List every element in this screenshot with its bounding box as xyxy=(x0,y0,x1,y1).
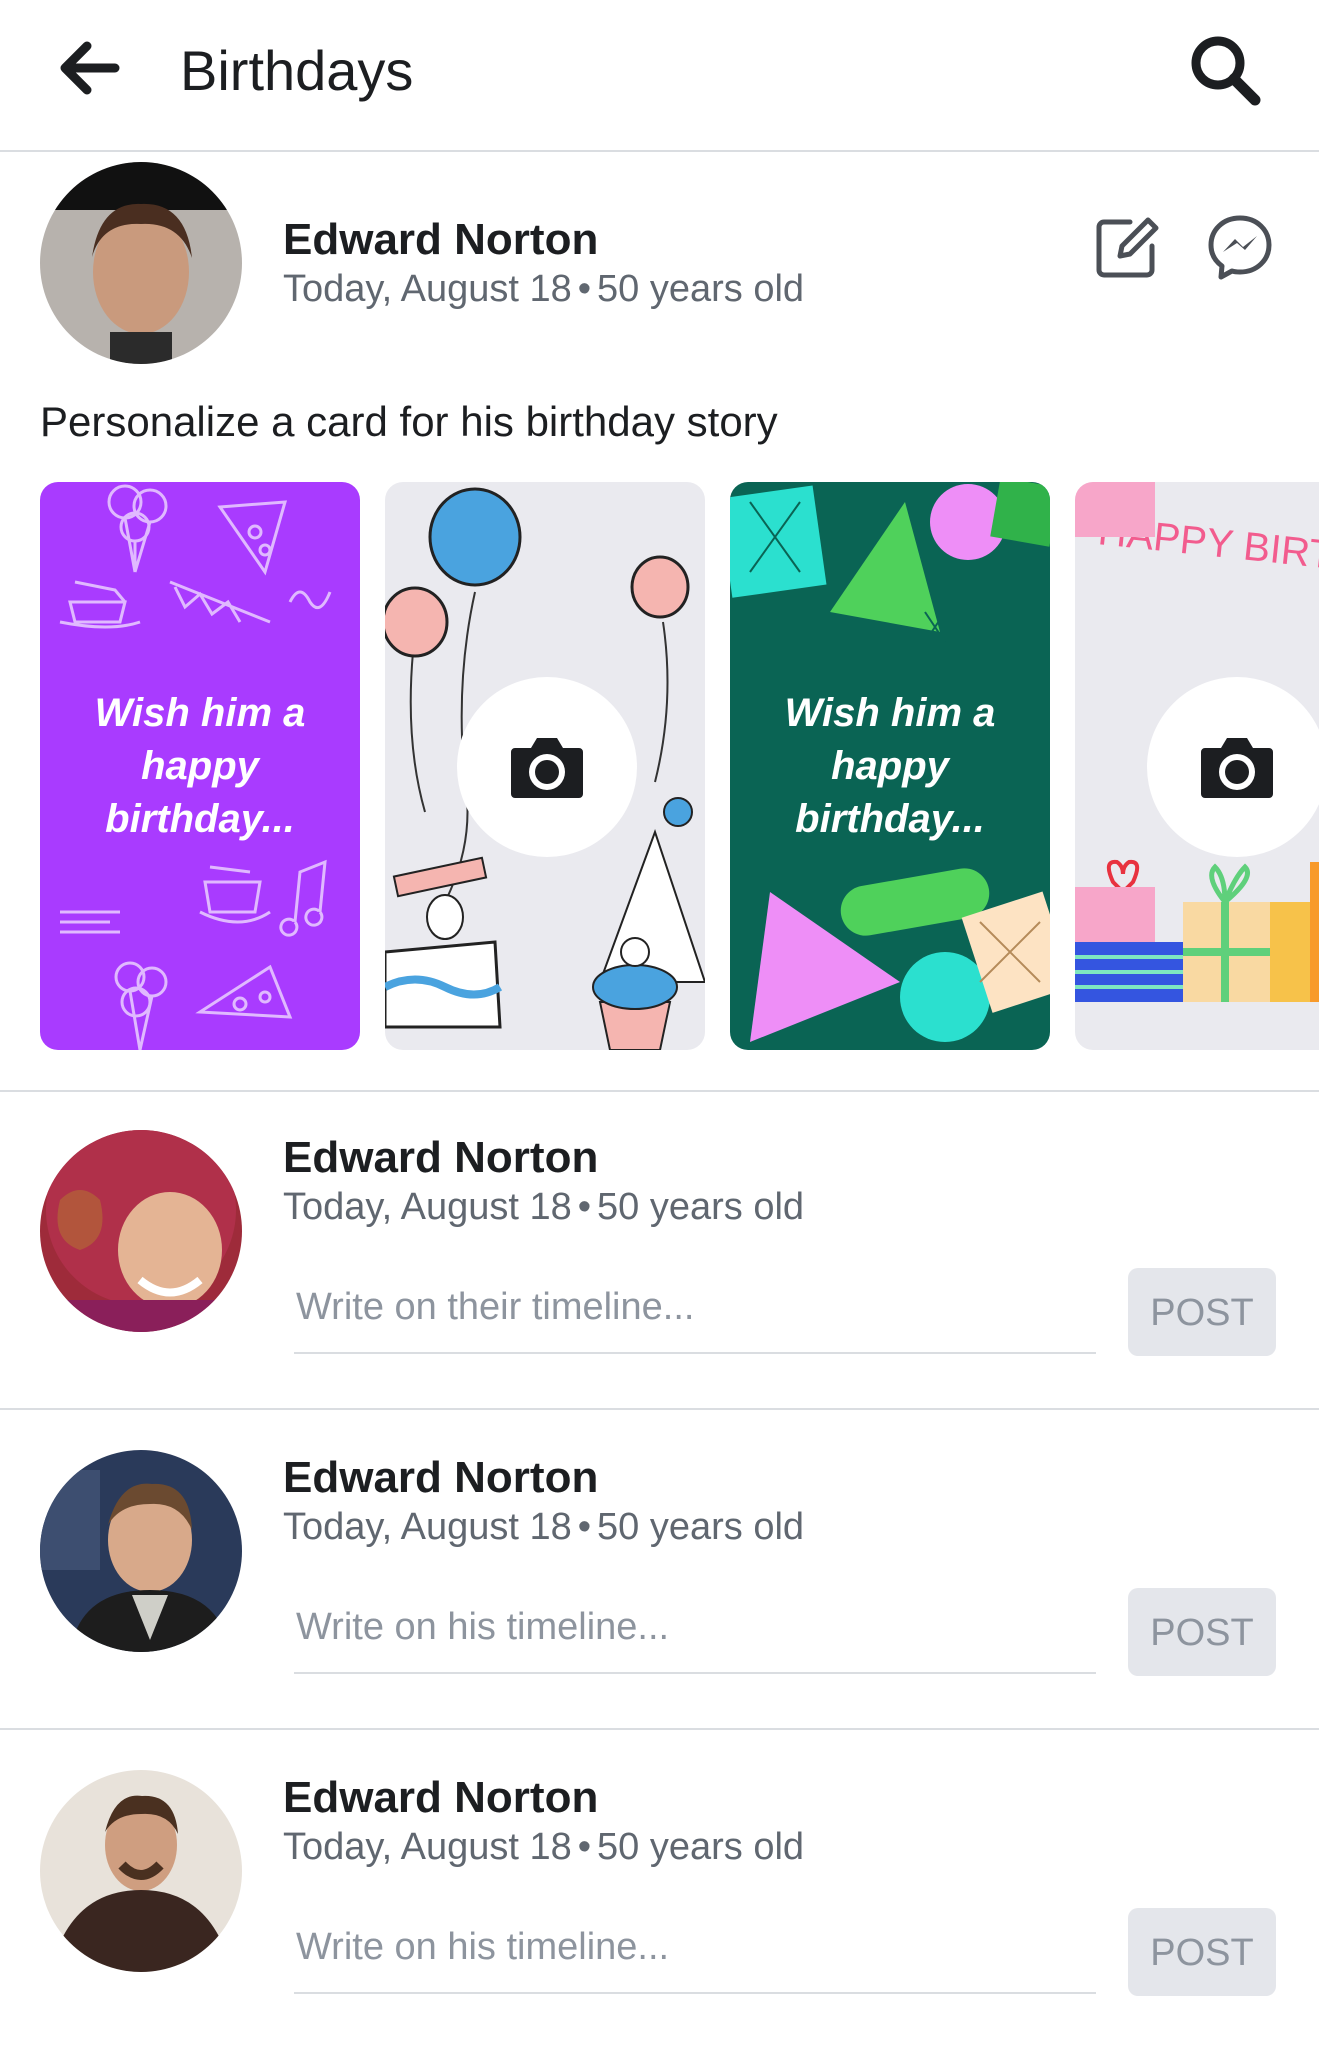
card-greeting-line1: Wish him a xyxy=(94,691,306,735)
post-button[interactable]: POST xyxy=(1128,1268,1276,1356)
age-text: 50 years old xyxy=(597,1826,805,1868)
age-text: 50 years old xyxy=(597,1506,805,1548)
messenger-button[interactable] xyxy=(1205,212,1275,282)
birthday-meta: Today, August 18 • 50 years old xyxy=(283,1186,804,1229)
card-greeting-line2: happy xyxy=(141,744,259,788)
story-card-carousel[interactable]: Wish him a happy birthday... Wish him a … xyxy=(0,482,1319,1052)
camera-button[interactable] xyxy=(1147,677,1319,857)
card-prompt: Personalize a card for his birthday stor… xyxy=(40,398,778,445)
post-button[interactable]: POST xyxy=(1128,1588,1276,1676)
card-greeting-line3: birthday... xyxy=(795,797,985,841)
card-greeting: Wish him a happy birthday... xyxy=(730,687,1050,846)
meta-separator: • xyxy=(577,1506,592,1548)
write-post-button[interactable] xyxy=(1092,212,1162,282)
avatar[interactable] xyxy=(40,1770,242,1972)
person-name[interactable]: Edward Norton xyxy=(283,1133,598,1183)
card-greeting-line1: Wish him a xyxy=(784,691,996,735)
avatar-photo xyxy=(40,162,242,364)
timeline-input[interactable] xyxy=(294,1582,1096,1674)
avatar[interactable] xyxy=(40,162,242,364)
messenger-icon xyxy=(1208,215,1272,280)
top-bar: Birthdays xyxy=(0,0,1319,152)
avatar-photo xyxy=(40,1130,242,1332)
meta-separator: • xyxy=(577,1826,592,1868)
age-text: 50 years old xyxy=(597,1186,805,1228)
person-name[interactable]: Edward Norton xyxy=(283,1453,598,1503)
birthday-date: Today, August 18 xyxy=(283,1186,572,1228)
compose-icon xyxy=(1096,217,1159,278)
story-card-happy-birthday[interactable]: HAPPY BIRTH xyxy=(1075,482,1319,1050)
camera-icon xyxy=(511,738,583,798)
post-button[interactable]: POST xyxy=(1128,1908,1276,1996)
avatar-photo xyxy=(40,1450,242,1652)
birthday-meta: Today, August 18 • 50 years old xyxy=(283,1506,804,1549)
card-greeting-line3: birthday... xyxy=(105,797,295,841)
divider xyxy=(0,1408,1319,1410)
page-title: Birthdays xyxy=(180,39,414,102)
birthday-date: Today, August 18 xyxy=(283,1506,572,1548)
story-card-purple[interactable]: Wish him a happy birthday... xyxy=(40,482,360,1050)
back-button[interactable] xyxy=(55,38,125,98)
birthday-date: Today, August 18 xyxy=(283,268,572,310)
camera-icon xyxy=(1201,738,1273,798)
story-card-balloons[interactable] xyxy=(385,482,705,1050)
birthday-meta: Today, August 18 • 50 years old xyxy=(283,1826,804,1869)
divider xyxy=(0,1090,1319,1092)
card-greeting-line2: happy xyxy=(831,744,949,788)
card-greeting: Wish him a happy birthday... xyxy=(40,687,360,846)
birthday-date: Today, August 18 xyxy=(283,1826,572,1868)
avatar[interactable] xyxy=(40,1450,242,1652)
avatar-photo xyxy=(40,1770,242,1972)
birthday-meta: Today, August 18 • 50 years old xyxy=(283,268,804,311)
person-name[interactable]: Edward Norton xyxy=(283,1773,598,1823)
age-text: 50 years old xyxy=(597,268,805,310)
person-name[interactable]: Edward Norton xyxy=(283,215,598,265)
camera-button[interactable] xyxy=(457,677,637,857)
timeline-input[interactable] xyxy=(294,1902,1096,1994)
timeline-input[interactable] xyxy=(294,1262,1096,1354)
meta-separator: • xyxy=(577,1186,592,1228)
search-icon xyxy=(1191,36,1261,106)
search-button[interactable] xyxy=(1185,30,1265,110)
avatar[interactable] xyxy=(40,1130,242,1332)
story-card-gifts[interactable]: Wish him a happy birthday... xyxy=(730,482,1050,1050)
meta-separator: • xyxy=(577,268,592,310)
arrow-left-icon xyxy=(60,41,120,95)
divider xyxy=(0,1728,1319,1730)
